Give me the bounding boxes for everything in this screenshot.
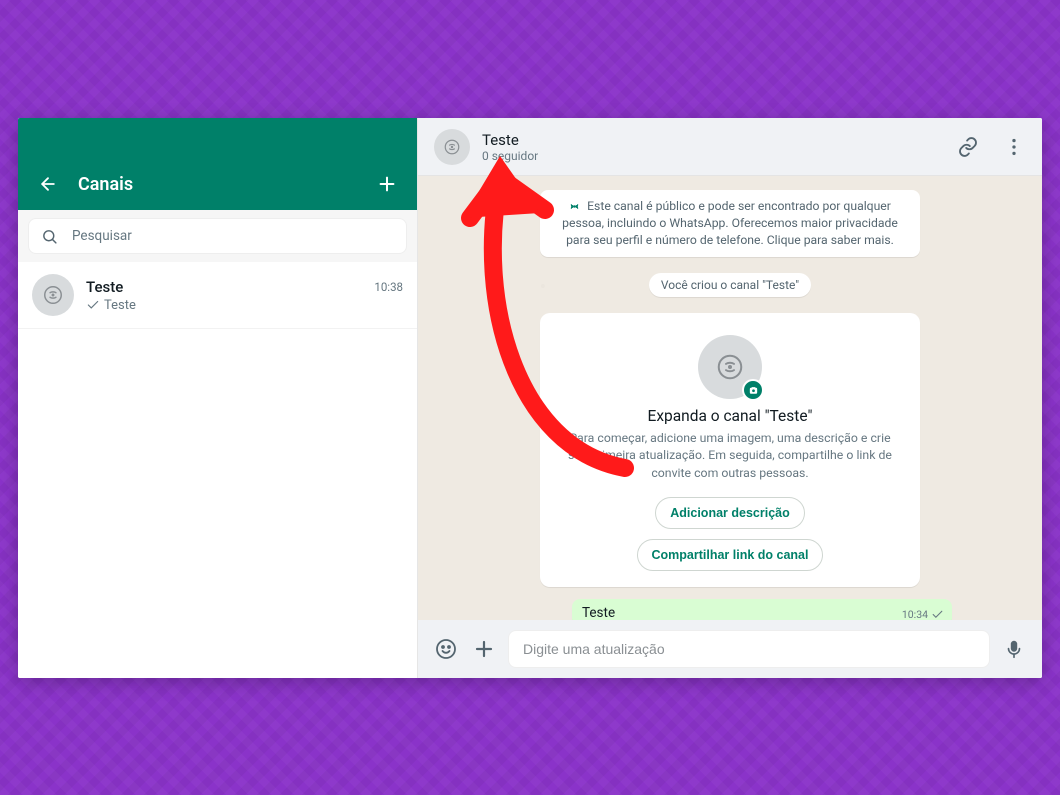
channel-list-item[interactable]: Teste 10:38 Teste bbox=[18, 262, 417, 329]
privacy-notice-text: Este canal é público e pode ser encontra… bbox=[562, 199, 898, 247]
expand-card: Expanda o canal "Teste" Para começar, ad… bbox=[540, 313, 920, 587]
sidebar-title: Canais bbox=[78, 174, 133, 195]
arrow-left-icon bbox=[38, 174, 58, 194]
microphone-icon bbox=[1003, 638, 1025, 660]
menu-button[interactable] bbox=[1002, 135, 1026, 159]
plus-icon bbox=[376, 173, 398, 195]
created-chip: Você criou o canal "Teste" bbox=[649, 273, 811, 297]
chat-header-subtitle: 0 seguidor bbox=[482, 149, 538, 163]
search-row: Pesquisar bbox=[18, 210, 417, 262]
megaphone-icon bbox=[715, 352, 745, 382]
check-icon bbox=[86, 298, 100, 312]
channel-item-body: Teste 10:38 Teste bbox=[86, 278, 403, 313]
camera-icon bbox=[748, 385, 759, 396]
sidebar: Canais Pesquisar Teste 10:38 bbox=[18, 118, 418, 678]
link-icon bbox=[957, 136, 979, 158]
composer-input[interactable] bbox=[508, 630, 990, 668]
copy-link-button[interactable] bbox=[956, 135, 980, 159]
camera-badge[interactable] bbox=[742, 379, 764, 401]
megaphone-icon bbox=[443, 138, 461, 156]
search-icon bbox=[41, 228, 58, 245]
search-box[interactable]: Pesquisar bbox=[28, 218, 407, 254]
message-area: Este canal é público e pode ser encontra… bbox=[418, 176, 1042, 620]
sidebar-header: Canais bbox=[18, 118, 417, 210]
expand-card-avatar[interactable] bbox=[698, 335, 762, 399]
app-window: Canais Pesquisar Teste 10:38 bbox=[18, 118, 1042, 678]
emoji-button[interactable] bbox=[432, 635, 460, 663]
mic-button[interactable] bbox=[1000, 635, 1028, 663]
attach-button[interactable] bbox=[470, 635, 498, 663]
share-link-button[interactable]: Compartilhar link do canal bbox=[637, 539, 824, 571]
channel-item-title: Teste bbox=[86, 278, 123, 296]
message-text: Teste bbox=[582, 605, 615, 620]
expand-card-title: Expanda o canal "Teste" bbox=[558, 407, 902, 425]
megaphone-icon bbox=[42, 284, 64, 306]
channel-item-time: 10:38 bbox=[374, 280, 403, 294]
channel-item-preview: Teste bbox=[104, 298, 136, 313]
channel-list: Teste 10:38 Teste bbox=[18, 262, 417, 678]
new-channel-button[interactable] bbox=[375, 172, 399, 196]
plus-icon bbox=[472, 637, 496, 661]
message-bubble[interactable]: Teste 10:34 bbox=[572, 599, 952, 620]
composer bbox=[418, 620, 1042, 678]
chat-header-text: Teste 0 seguidor bbox=[482, 131, 538, 163]
back-button[interactable] bbox=[36, 172, 60, 196]
chat-header-avatar bbox=[434, 129, 470, 165]
kebab-menu-icon bbox=[1003, 136, 1025, 158]
check-icon bbox=[931, 608, 944, 620]
privacy-notice[interactable]: Este canal é público e pode ser encontra… bbox=[540, 190, 920, 257]
add-description-button[interactable]: Adicionar descrição bbox=[655, 497, 805, 529]
chat-pane: Teste 0 seguidor Este canal é público e … bbox=[418, 118, 1042, 678]
channel-avatar bbox=[32, 274, 74, 316]
chat-header[interactable]: Teste 0 seguidor bbox=[418, 118, 1042, 176]
broadcast-icon bbox=[569, 201, 580, 212]
message-time: 10:34 bbox=[902, 608, 928, 620]
smile-icon bbox=[434, 637, 458, 661]
expand-card-desc: Para começar, adicione uma imagem, uma d… bbox=[558, 431, 902, 483]
chat-header-title: Teste bbox=[482, 131, 538, 149]
search-placeholder: Pesquisar bbox=[72, 228, 132, 244]
